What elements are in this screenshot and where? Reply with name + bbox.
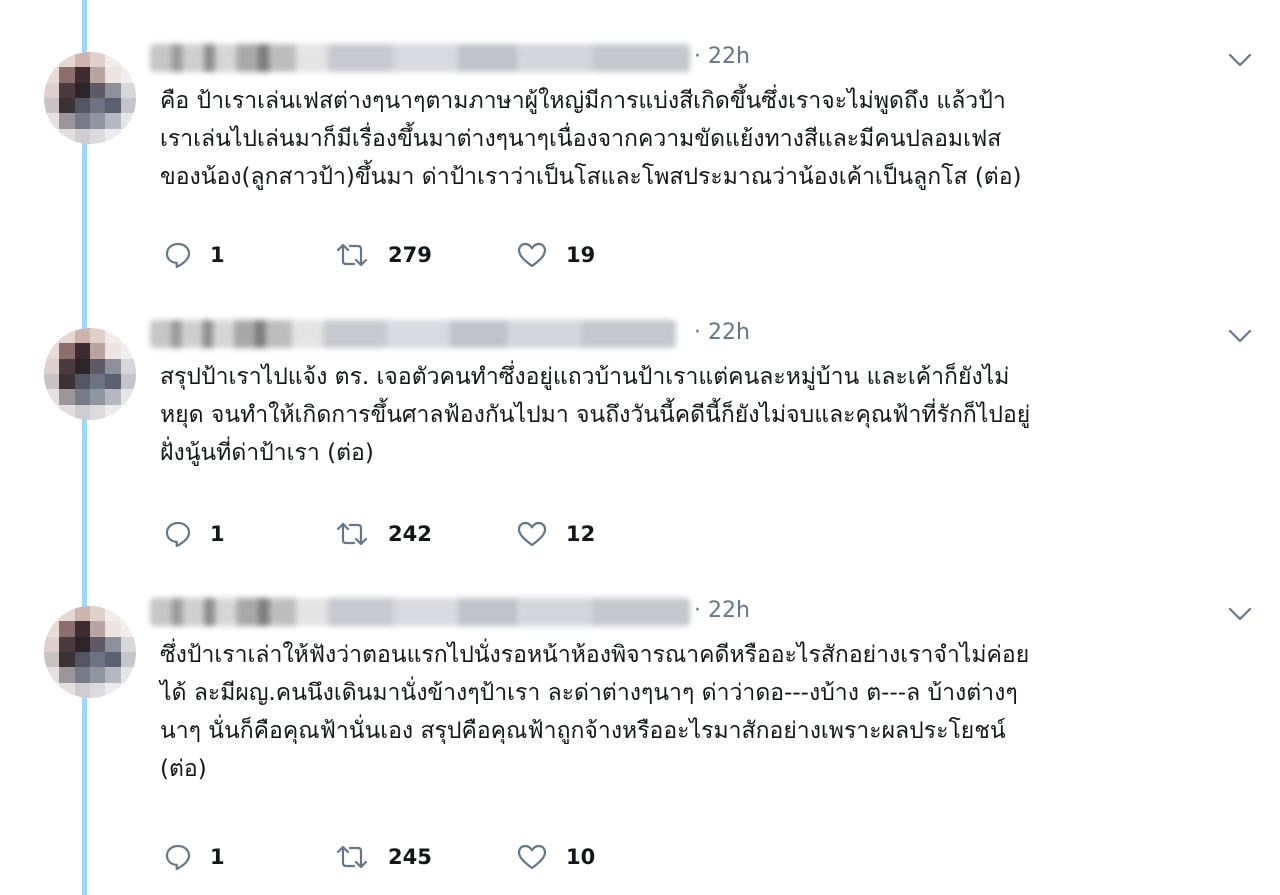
tweet-text-line: ฝั่งนู้นที่ด่าป้าเรา (ต่อ) [160,440,374,466]
retweet-icon [336,243,368,267]
heart-icon [517,242,547,268]
like-button[interactable]: 19 [516,241,595,269]
tweet-text-line: นาๆ นั่นก็คือคุณฟ้านั่นเอง สรุปคือคุณฟ้า… [160,718,1006,744]
retweet-icon [336,522,368,546]
chevron-down-icon[interactable] [1228,52,1252,68]
tweet-text-line: (ต่อ) [160,756,207,782]
tweet-text: ซึ่งป้าเราเล่าให้ฟังว่าตอนแรกไปนั่งรอหน้… [160,636,1260,788]
like-count: 12 [566,522,596,546]
tweet-actions: 1 242 12 [164,520,764,550]
like-button[interactable]: 10 [516,843,595,871]
tweet[interactable]: · 22h สรุปป้าเราไปแจ้ง ตร. เจอตัวคนทำซึ่… [0,312,1280,562]
heart-icon [517,521,547,547]
author-name-blurred[interactable] [150,320,676,348]
chevron-down-icon[interactable] [1228,328,1252,344]
retweet-button[interactable]: 279 [334,241,432,269]
avatar[interactable] [44,328,136,420]
author-name-blurred[interactable] [150,44,690,72]
reply-button[interactable]: 1 [164,843,225,871]
like-button[interactable]: 12 [516,520,595,548]
tweet-text-line: เราเล่นไปเล่นมาก็มีเรื่องขึ้นมาต่างๆนาๆเ… [160,126,1002,152]
tweet-text-line: ของน้อง(ลูกสาวป้า)ขึ้นมา ด่าป้าเราว่าเป็… [160,164,1022,190]
reply-icon [165,521,191,548]
heart-icon [517,844,547,870]
tweet-timestamp[interactable]: · 22h [694,44,750,69]
tweet-text-line: คือ ป้าเราเล่นเฟสต่างๆนาๆตามภาษาผู้ใหญ่ม… [160,88,1006,114]
reply-count: 1 [210,243,225,267]
tweet-text: สรุปป้าเราไปแจ้ง ตร. เจอตัวคนทำซึ่งอยู่แ… [160,358,1260,472]
tweet-text-line: ได้ ละมีผญ.คนนึงเดินมานั่งข้างๆป้าเรา ละ… [160,680,1018,706]
retweet-count: 279 [388,243,432,267]
tweet-text-line: หยุด จนทำให้เกิดการขึ้นศาลฟ้องกันไปมา จน… [160,402,1031,428]
like-count: 19 [566,243,596,267]
tweet-actions: 1 279 19 [164,241,764,271]
tweet[interactable]: · 22h ซึ่งป้าเราเล่าให้ฟังว่าตอนแรกไปนั่… [0,590,1280,890]
tweet-actions: 1 245 10 [164,843,764,873]
tweet-timestamp[interactable]: · 22h [694,320,750,345]
like-count: 10 [566,845,596,869]
chevron-down-icon[interactable] [1228,606,1252,622]
reply-count: 1 [210,845,225,869]
retweet-count: 242 [388,522,432,546]
avatar[interactable] [44,606,136,698]
tweet-text-line: ซึ่งป้าเราเล่าให้ฟังว่าตอนแรกไปนั่งรอหน้… [160,642,1030,668]
retweet-button[interactable]: 245 [334,843,432,871]
retweet-icon [336,845,368,869]
avatar[interactable] [44,52,136,144]
reply-button[interactable]: 1 [164,520,225,548]
reply-button[interactable]: 1 [164,241,225,269]
retweet-button[interactable]: 242 [334,520,432,548]
tweet-text: คือ ป้าเราเล่นเฟสต่างๆนาๆตามภาษาผู้ใหญ่ม… [160,82,1260,196]
retweet-count: 245 [388,845,432,869]
reply-icon [165,844,191,871]
reply-icon [165,242,191,269]
author-name-blurred[interactable] [150,598,690,626]
reply-count: 1 [210,522,225,546]
tweet-timestamp[interactable]: · 22h [694,598,750,623]
tweet-text-line: สรุปป้าเราไปแจ้ง ตร. เจอตัวคนทำซึ่งอยู่แ… [160,364,1010,390]
tweet[interactable]: · 22h คือ ป้าเราเล่นเฟสต่างๆนาๆตามภาษาผู… [0,36,1280,286]
